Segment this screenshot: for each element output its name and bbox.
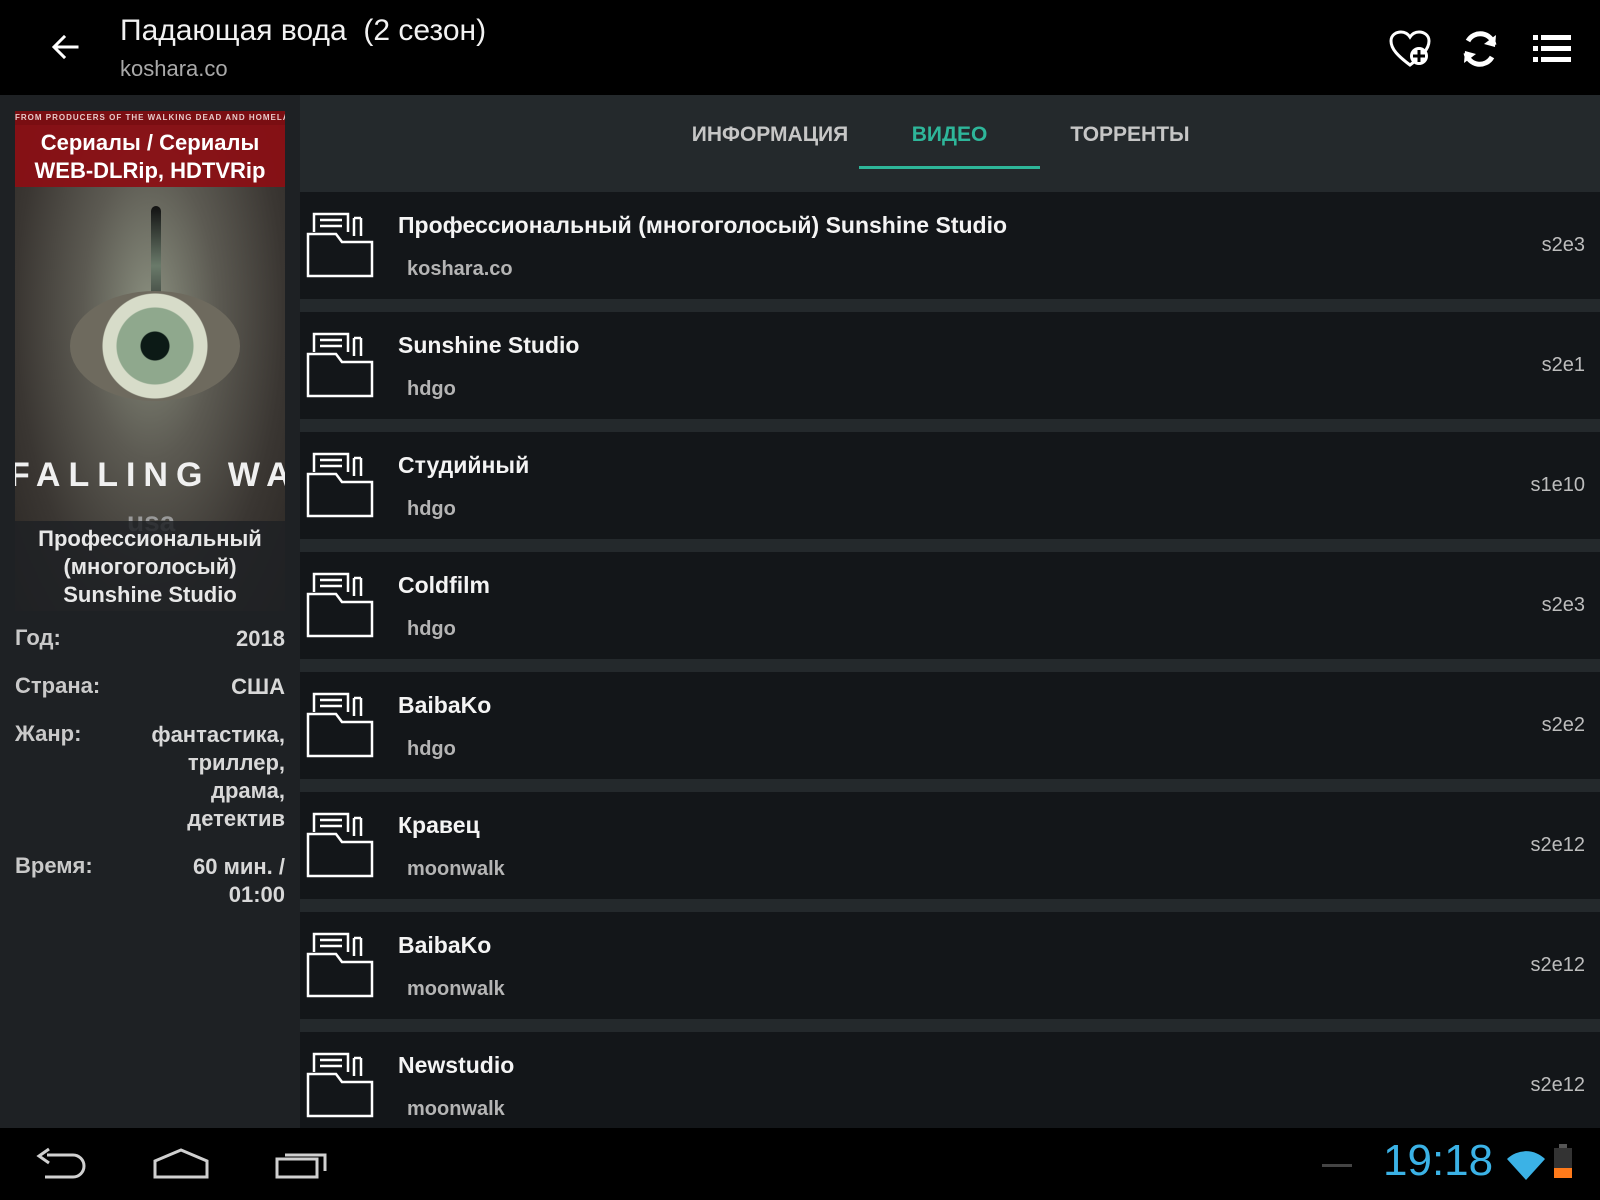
- poster-image: FROM PRODUCERS OF THE WALKING DEAD AND H…: [15, 111, 285, 611]
- system-clock: 19:18: [1383, 1136, 1494, 1185]
- time-part: 01:00: [228, 882, 285, 907]
- video-title: Профессиональный (многоголосый) Sunshine…: [398, 212, 1008, 238]
- list-item[interactable]: Профессиональный (многоголосый) Sunshine…: [300, 192, 1600, 299]
- video-source: koshara.co: [407, 258, 513, 280]
- folder-icon: [306, 332, 374, 398]
- video-source: moonwalk: [407, 978, 505, 1000]
- video-source: moonwalk: [407, 1098, 505, 1120]
- page-subtitle: koshara.co: [120, 56, 228, 81]
- genre-row: Жанр: фантастика, триллер, драма, детект…: [15, 721, 285, 837]
- video-source: hdgo: [407, 378, 456, 400]
- video-list[interactable]: Профессиональный (многоголосый) Sunshine…: [300, 190, 1600, 1128]
- episode-label: s2e1: [1541, 354, 1585, 376]
- country-value: США: [231, 674, 285, 699]
- poster-title-art: FALLING WATER: [15, 456, 285, 494]
- nav-home-icon[interactable]: [146, 1142, 216, 1186]
- episode-label: s2e12: [1530, 954, 1586, 976]
- time-label: Время:: [15, 853, 93, 878]
- video-title: BaibaKo: [398, 932, 492, 958]
- list-item[interactable]: Newstudio moonwalk s2e12: [300, 1032, 1600, 1128]
- list-item[interactable]: Sunshine Studio hdgo s2e1: [300, 312, 1600, 419]
- active-tab-indicator: [859, 166, 1040, 169]
- page-title: Падающая вода (2 сезон): [120, 14, 487, 47]
- caption-line: Профессиональный: [38, 526, 262, 551]
- tab-info[interactable]: ИНФОРМАЦИЯ: [680, 123, 860, 163]
- video-title: BaibaKo: [398, 692, 492, 718]
- video-source: moonwalk: [407, 858, 505, 880]
- nav-back-icon[interactable]: [26, 1142, 96, 1186]
- app-bar: Падающая вода (2 сезон) koshara.co: [0, 0, 1600, 95]
- genre-label: Жанр:: [15, 721, 82, 746]
- list-item[interactable]: Студийный hdgo s1e10: [300, 432, 1600, 539]
- category-line: Сериалы / Сериалы: [40, 130, 260, 155]
- caption-line: Sunshine Studio: [63, 582, 237, 607]
- time-part: 60 мин. /: [192, 854, 285, 879]
- list-item[interactable]: Coldfilm hdgo s2e3: [300, 552, 1600, 659]
- episode-label: s2e3: [1541, 594, 1585, 616]
- year-value: 2018: [236, 626, 285, 651]
- nav-recents-icon[interactable]: [266, 1142, 336, 1186]
- genre-item: драма,: [211, 778, 285, 803]
- back-arrow-icon[interactable]: [40, 22, 90, 72]
- video-source: hdgo: [407, 618, 456, 640]
- tab-video[interactable]: ВИДЕО: [859, 123, 1040, 163]
- folder-icon: [306, 452, 374, 518]
- folder-icon: [306, 812, 374, 878]
- caption-line: (многоголосый): [63, 554, 237, 579]
- country-label: Страна:: [15, 673, 101, 698]
- year-label: Год:: [15, 625, 61, 650]
- folder-icon: [306, 572, 374, 638]
- genre-item: детектив: [187, 806, 285, 831]
- list-item[interactable]: BaibaKo moonwalk s2e12: [300, 912, 1600, 1019]
- genre-item: триллер,: [187, 750, 285, 775]
- video-title: Newstudio: [398, 1052, 515, 1078]
- menu-list-icon[interactable]: [1528, 25, 1576, 73]
- tab-torrents[interactable]: ТОРРЕНТЫ: [1040, 123, 1220, 163]
- episode-label: s2e12: [1530, 834, 1586, 856]
- video-source: hdgo: [407, 498, 456, 520]
- video-title: Sunshine Studio: [398, 332, 580, 358]
- system-nav-bar: 19:18: [0, 1128, 1600, 1200]
- genre-item: фантастика,: [151, 722, 285, 747]
- country-row: Страна: США: [15, 673, 285, 703]
- tab-bar: ИНФОРМАЦИЯ ВИДЕО ТОРРЕНТЫ: [300, 95, 1600, 190]
- video-title: Студийный: [398, 452, 530, 478]
- list-item[interactable]: BaibaKo hdgo s2e2: [300, 672, 1600, 779]
- translation-caption: Профессиональный (многоголосый) Sunshine…: [15, 521, 285, 611]
- folder-icon: [306, 1052, 374, 1118]
- episode-label: s2e12: [1530, 1074, 1586, 1096]
- video-source: hdgo: [407, 738, 456, 760]
- details-panel: FROM PRODUCERS OF THE WALKING DEAD AND H…: [0, 95, 300, 1128]
- category-banner: Сериалы / Сериалы WEB-DLRip, HDTVRip: [15, 125, 285, 187]
- folder-icon: [306, 692, 374, 758]
- folder-icon: [306, 932, 374, 998]
- episode-label: s1e10: [1530, 474, 1586, 496]
- poster-tagline: FROM PRODUCERS OF THE WALKING DEAD AND H…: [15, 111, 285, 125]
- time-value: 60 мин. / 01:00: [193, 853, 285, 909]
- genre-value: фантастика, триллер, драма, детектив: [151, 721, 285, 833]
- status-dash-icon: [1322, 1164, 1352, 1167]
- poster-eye-art: [70, 291, 240, 401]
- folder-icon: [306, 212, 374, 278]
- quality-line: WEB-DLRip, HDTVRip: [34, 158, 266, 183]
- favorite-add-icon[interactable]: [1386, 25, 1434, 73]
- list-item[interactable]: Кравец moonwalk s2e12: [300, 792, 1600, 899]
- wifi-icon: [1506, 1150, 1546, 1187]
- video-title: Кравец: [398, 812, 480, 838]
- year-row: Год: 2018: [15, 625, 285, 655]
- episode-label: s2e3: [1541, 234, 1585, 256]
- video-title: Coldfilm: [398, 572, 490, 598]
- refresh-icon[interactable]: [1456, 25, 1504, 73]
- battery-icon: [1552, 1144, 1574, 1185]
- episode-label: s2e2: [1541, 714, 1585, 736]
- time-row: Время: 60 мин. / 01:00: [15, 853, 285, 913]
